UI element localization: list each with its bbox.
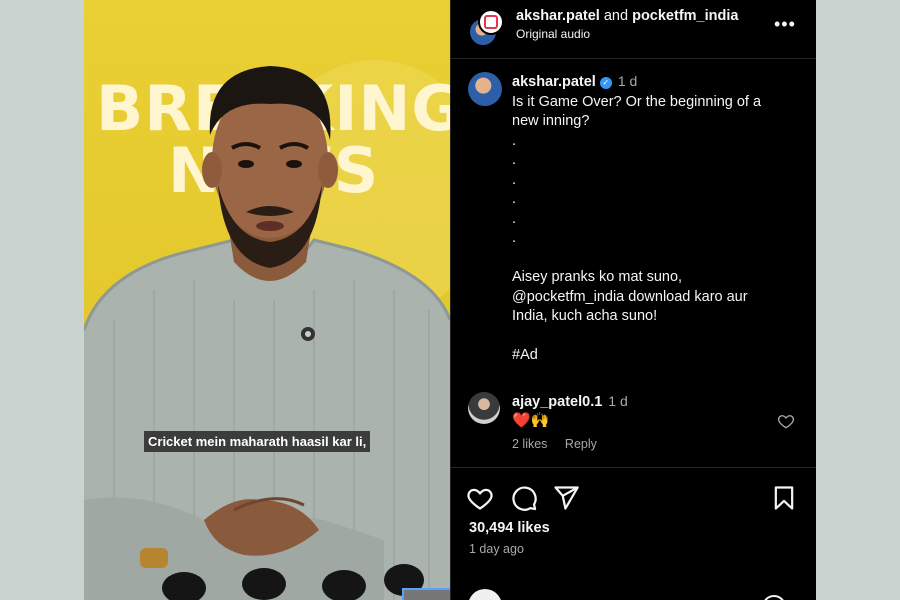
avatar[interactable] (468, 392, 500, 424)
avatar[interactable] (468, 72, 502, 106)
reel-video[interactable]: BREAKING NEWS (84, 0, 450, 600)
caption-line: new inning? (512, 113, 590, 129)
caption-line: . (512, 230, 517, 246)
reply-button[interactable]: Reply (565, 437, 597, 451)
caption-text: akshar.patel ✓ 1 d Is it Game Over? Or the… (512, 72, 802, 366)
comment-icon[interactable] (510, 484, 538, 512)
comment-likes[interactable]: 2 likes (512, 437, 547, 451)
caption-line: . (512, 152, 517, 168)
caption-username[interactable]: akshar.patel (512, 74, 596, 90)
comment-username-row: ajay_patel0.1 1 d (512, 393, 628, 410)
caption-line: . (512, 210, 517, 227)
video-subtitle: Cricket mein maharath haasil kar li, (144, 431, 371, 452)
verified-badge-icon: ✓ (599, 77, 612, 89)
post-header: akshar.patel and pocketfm_india Original… (450, 0, 816, 59)
collab-usernames: akshar.patel and pocketfm_india (516, 8, 738, 24)
post-actions: 30,494 likes 1 day ago (450, 467, 816, 600)
pocketfm-avatar[interactable] (478, 9, 504, 35)
caption-line: . (512, 132, 517, 149)
caption-body: Is it Game Over? Or the beginning of a ne… (512, 93, 802, 366)
post-side-panel: akshar.patel and pocketfm_india Original… (450, 0, 816, 600)
likes-count[interactable]: 30,494 likes (469, 520, 550, 536)
comment-text: ❤️🙌 (512, 412, 550, 429)
post-dialog: BREAKING NEWS (84, 0, 816, 600)
emoji-icon[interactable] (762, 595, 786, 600)
collab-avatars[interactable] (468, 9, 504, 47)
collab-joiner: and (603, 8, 629, 24)
username-link[interactable]: akshar.patel (516, 8, 600, 24)
caption-line: Is it Game Over? Or the beginning of a (512, 93, 762, 110)
like-heart-icon[interactable] (466, 484, 494, 512)
username-link[interactable]: pocketfm_india (632, 8, 738, 24)
caption-time[interactable]: 1 d (618, 73, 637, 89)
caption-line: Aisey pranks ko mat suno, (512, 269, 683, 285)
comment-username[interactable]: ajay_patel0.1 (512, 394, 602, 410)
share-send-icon[interactable] (552, 484, 580, 512)
caption-line[interactable]: @pocketfm_india download karo aur (512, 288, 802, 308)
comment-like-icon[interactable] (777, 412, 795, 430)
save-bookmark-icon[interactable] (770, 484, 798, 512)
caption-line[interactable]: #Ad (512, 346, 802, 366)
avatar[interactable] (468, 589, 502, 600)
audio-link[interactable]: Original audio (516, 27, 590, 41)
more-options-icon[interactable]: ••• (774, 14, 796, 35)
comment-item: ajay_patel0.1 1 d ❤️🙌 2 likes Reply (450, 390, 816, 460)
caption-line: . (512, 191, 517, 207)
thumbnail-indicator[interactable] (402, 588, 450, 600)
comment-time[interactable]: 1 d (608, 393, 627, 409)
person-figure (84, 66, 450, 600)
caption-line (512, 327, 802, 347)
comment-meta: 2 likes Reply (512, 437, 611, 451)
caption-line: India, kuch acha suno! (512, 308, 658, 324)
caption-line: . (512, 171, 517, 188)
caption-line (512, 249, 802, 269)
post-time[interactable]: 1 day ago (469, 542, 524, 556)
